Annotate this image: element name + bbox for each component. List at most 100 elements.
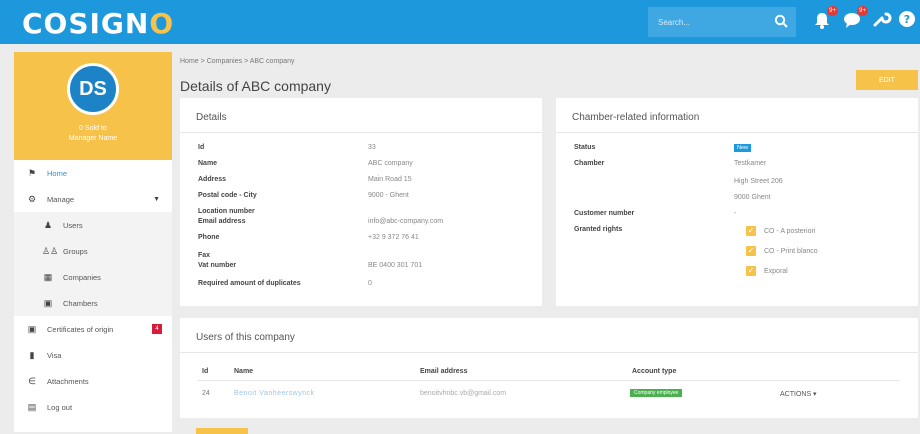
detail-row-postal-city: Postal code - City 9000 - Ghent [198, 192, 409, 199]
details-card: Details Id 33 Name ABC company Address M… [180, 98, 542, 306]
sidebar-item-attachments[interactable]: ∈ Attachments [14, 368, 172, 394]
divider [556, 132, 918, 133]
chamber-link[interactable]: Testkamer [734, 160, 766, 167]
chamber-row-chamber: Chamber Testkamer [574, 160, 766, 167]
sidebar-item-certificates[interactable]: ▣ Certificates of origin 4 [14, 316, 172, 342]
detail-label: Required amount of duplicates [198, 280, 301, 287]
detail-value: Main Road 15 [368, 176, 412, 183]
sidebar-item-users[interactable]: ♟ Users [14, 212, 172, 238]
gear-icon: ⚙ [27, 193, 37, 204]
profile-subtitle: 0 Sold to Manager Name [68, 125, 118, 142]
search-icon[interactable] [774, 14, 788, 30]
detail-row-location-number: Location number [198, 208, 255, 215]
divider [180, 132, 542, 133]
chamber-card-title: Chamber-related information [572, 112, 700, 123]
chamber-city: 9000 Ghent [734, 194, 771, 201]
checkbox-checked-icon[interactable]: ✓ [746, 226, 756, 236]
paperclip-icon: ∈ [28, 375, 36, 386]
page-title: Details of ABC company [180, 78, 331, 94]
sidebar-item-label: Log out [47, 402, 73, 412]
sidebar-item-label: Companies [63, 272, 101, 282]
breadcrumb-separator: > [200, 58, 205, 65]
breadcrumb-current: ABC company [249, 58, 295, 65]
chamber-icon: ▣ [43, 297, 53, 308]
edit-button[interactable]: EDIT [856, 70, 918, 90]
column-header-name: Name [234, 368, 254, 375]
detail-value: 0 [368, 280, 372, 287]
sidebar-item-home[interactable]: ⚑ Home [14, 160, 172, 186]
chamber-row-status: Status New [574, 144, 752, 152]
status-value-wrap: New [734, 144, 752, 152]
sidebar: DS 0 Sold to Manager Name ⚑ Home ⚙ Manag… [14, 52, 172, 432]
customer-number-value: - [734, 210, 737, 217]
sidebar-item-chambers[interactable]: ▣ Chambers [14, 290, 172, 316]
detail-row-phone: Phone +32 9 372 76 41 [198, 234, 419, 241]
document-icon: ▮ [29, 349, 35, 360]
user-name-link[interactable]: Benoit Vanheerswynck [234, 390, 315, 397]
detail-row-fax: Fax [198, 252, 210, 259]
sidebar-item-label: Groups [63, 246, 88, 256]
top-bar: COSIGNO 9+ 9+ ? [0, 0, 920, 44]
sidebar-nav: ⚑ Home ⚙ Manage ▼ ♟ Users ♙♙ Groups ▦ Co… [14, 160, 172, 420]
messages-icon[interactable]: 9+ [842, 6, 868, 34]
checkbox-checked-icon[interactable]: ✓ [746, 246, 756, 256]
detail-label: Id [198, 144, 205, 151]
sidebar-item-groups[interactable]: ♙♙ Groups [14, 238, 172, 264]
breadcrumb-separator: > [244, 58, 249, 65]
help-icon[interactable]: ? [898, 10, 920, 34]
logout-icon: ▤ [27, 401, 37, 412]
sidebar-item-logout[interactable]: ▤ Log out [14, 394, 172, 420]
chamber-info-card: Chamber-related information Status New C… [556, 98, 918, 306]
detail-value: 33 [368, 144, 376, 151]
sidebar-item-label: Home [47, 168, 68, 178]
users-card-title: Users of this company [196, 332, 295, 343]
users-card: Users of this company Id Name Email addr… [180, 318, 918, 418]
breadcrumb-companies[interactable]: Companies [207, 58, 242, 65]
profile-panel: DS 0 Sold to Manager Name [14, 52, 172, 160]
sidebar-item-label: Chambers [63, 298, 98, 308]
detail-row-id: Id 33 [198, 144, 376, 151]
detail-row-name: Name ABC company [198, 160, 413, 167]
sidebar-item-label: Manage [47, 194, 75, 204]
messages-badge: 9+ [857, 6, 868, 16]
svg-text:?: ? [904, 13, 910, 26]
column-header-email: Email address [420, 368, 468, 375]
sidebar-item-manage[interactable]: ⚙ Manage ▼ [14, 186, 172, 212]
notifications-badge: 9+ [827, 6, 838, 16]
detail-row-vat: Vat number BE 0400 301 701 [198, 262, 422, 269]
detail-label: Email address [198, 218, 246, 225]
sidebar-item-visa[interactable]: ▮ Visa [14, 342, 172, 368]
sidebar-item-label: Users [63, 220, 83, 230]
chamber-street: High Street 206 [734, 178, 783, 185]
notifications-bell-icon[interactable]: 9+ [812, 6, 838, 34]
add-user-button[interactable] [196, 428, 248, 434]
wrench-icon[interactable] [872, 10, 896, 34]
details-card-title: Details [196, 112, 227, 123]
search-input[interactable] [658, 17, 778, 27]
detail-label: Fax [198, 252, 211, 259]
search-box [648, 7, 796, 37]
chamber-label: Customer number [574, 210, 635, 217]
brand-logo[interactable]: COSIGNO [22, 7, 174, 40]
user-icon: ♟ [43, 219, 53, 230]
right-item: ✓ CO - A posteriori [746, 226, 815, 236]
column-header-id: Id [202, 368, 209, 375]
checkbox-checked-icon[interactable]: ✓ [746, 266, 756, 276]
sidebar-item-label: Certificates of origin [47, 324, 114, 334]
breadcrumb-home[interactable]: Home [180, 58, 199, 65]
detail-label: Name [198, 160, 218, 167]
avatar[interactable]: DS [67, 63, 119, 115]
detail-row-duplicates: Required amount of duplicates 0 [198, 280, 372, 287]
group-icon: ♙♙ [42, 245, 59, 256]
detail-label: Postal code - City [198, 192, 257, 199]
divider [198, 380, 900, 381]
detail-value: BE 0400 301 701 [368, 262, 423, 269]
chamber-label: Chamber [574, 160, 605, 167]
account-type-badge: Company employee [630, 389, 683, 397]
detail-row-address: Address Main Road 15 [198, 176, 412, 183]
certificate-icon: ▣ [27, 323, 37, 334]
sidebar-item-label: Visa [47, 350, 62, 360]
sidebar-item-companies[interactable]: ▦ Companies [14, 264, 172, 290]
actions-dropdown[interactable]: ACTIONS ▾ [780, 390, 817, 398]
certificates-badge: 4 [152, 324, 162, 334]
